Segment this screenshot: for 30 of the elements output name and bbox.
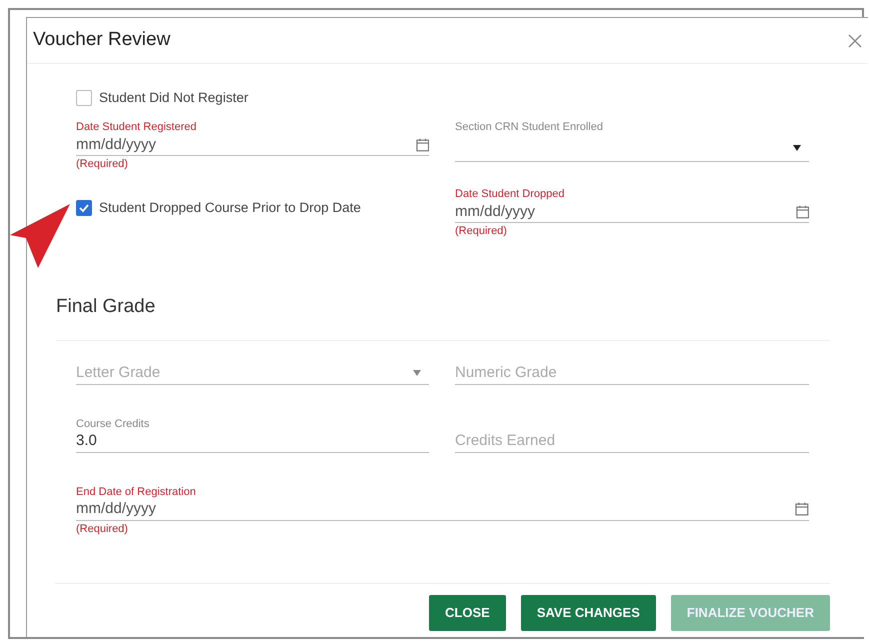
field-label: Course Credits bbox=[76, 416, 150, 431]
section-heading: Final Grade bbox=[56, 293, 830, 341]
required-hint: (Required) bbox=[455, 224, 508, 240]
input-field[interactable]: Credits Earned bbox=[455, 430, 809, 452]
dialog-button[interactable]: SAVE CHANGES bbox=[520, 595, 656, 631]
caret-icon bbox=[793, 144, 801, 151]
input-field[interactable]: Numeric Grade bbox=[455, 362, 809, 384]
calendar-icon[interactable] bbox=[416, 138, 429, 152]
date-field[interactable]: mm/dd/yyyy bbox=[76, 134, 416, 156]
field-label: Date Student Registered bbox=[76, 120, 198, 134]
checkbox[interactable] bbox=[76, 200, 92, 216]
close-icon[interactable] bbox=[848, 34, 862, 48]
input-field[interactable]: Letter Grade bbox=[76, 362, 413, 384]
field-label: Section CRN Student Enrolled bbox=[455, 120, 604, 134]
caret-icon bbox=[413, 370, 421, 376]
checkbox-label: Student Did Not Register bbox=[99, 89, 248, 107]
field-label: End Date of Registration bbox=[76, 484, 197, 499]
dialog-button[interactable]: CLOSE bbox=[429, 595, 506, 631]
calendar-icon[interactable] bbox=[795, 502, 809, 516]
required-hint: (Required) bbox=[76, 157, 129, 172]
checkbox-label: Student Dropped Course Prior to Drop Date bbox=[99, 199, 361, 218]
required-hint: (Required) bbox=[76, 522, 129, 537]
checkmark-icon bbox=[78, 202, 90, 214]
date-field[interactable]: mm/dd/yyyy bbox=[76, 498, 796, 520]
field-label: Date Student Dropped bbox=[455, 187, 566, 202]
dialog-title: Voucher Review bbox=[33, 28, 170, 52]
input-field[interactable]: 3.0 bbox=[76, 430, 429, 452]
date-field[interactable]: mm/dd/yyyy bbox=[455, 200, 796, 223]
checkbox[interactable] bbox=[76, 90, 92, 106]
calendar-icon[interactable] bbox=[796, 204, 809, 219]
